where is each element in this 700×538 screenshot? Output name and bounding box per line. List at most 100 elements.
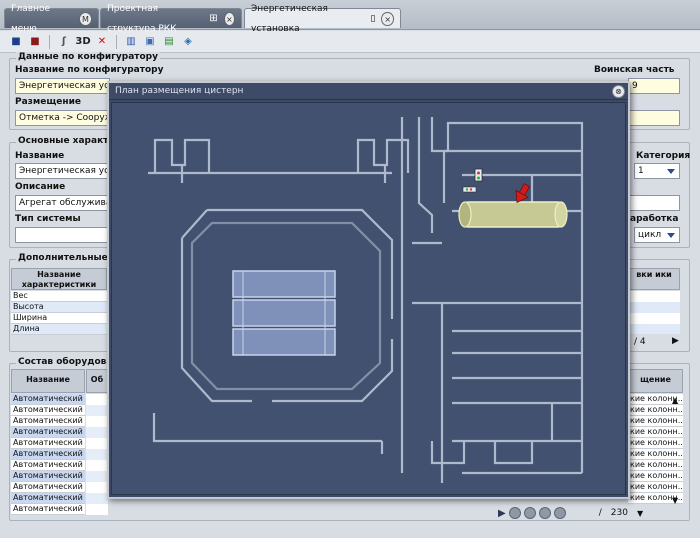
table-row[interactable]: Автоматический ... (11, 416, 85, 427)
table-cell[interactable]: кие колонн... (628, 438, 683, 449)
table-row[interactable]: Автоматический ... (11, 493, 85, 504)
close-icon[interactable]: × (223, 11, 235, 26)
pager: ▶ / 230 ▼ (498, 504, 643, 522)
nav-circle-icon[interactable] (553, 507, 566, 519)
wall (417, 117, 434, 233)
extra-field[interactable] (628, 195, 680, 211)
table-cell[interactable]: кие колонн... (628, 427, 683, 438)
window-icon[interactable]: ▣ (142, 34, 158, 50)
table-row[interactable]: Автоматический ... (11, 482, 85, 493)
sensor-light (465, 188, 469, 191)
tank-3[interactable] (232, 328, 336, 356)
name-field[interactable]: Энергетическая устано (15, 163, 110, 179)
table-cell[interactable]: кие колонн... (628, 416, 683, 427)
table-row[interactable]: Автоматический ... (11, 427, 85, 438)
table-row[interactable]: Автоматический ... (11, 438, 85, 449)
tab-energy-unit[interactable]: Энергетическая установка ▯ × (244, 4, 401, 34)
separator (116, 34, 117, 49)
save-icon[interactable]: ■ (8, 34, 24, 50)
tab-project-structure[interactable]: Проектная структура РКК ⊞ × (100, 4, 242, 34)
chevron-down-icon (667, 233, 675, 238)
delete-icon[interactable]: ✕ (94, 34, 110, 50)
save-as-icon[interactable]: ■ (27, 34, 43, 50)
system-type-field[interactable] (15, 227, 110, 243)
unit-label: Воинская часть (594, 65, 675, 75)
close-icon[interactable]: × (381, 11, 394, 26)
tank-placement-dialog: План размещения цистерн ⊗ (107, 81, 630, 499)
table-row[interactable]: Автоматический ... (11, 471, 85, 482)
work-value: цикл (638, 230, 662, 240)
right-column-cells (628, 291, 680, 334)
table-row[interactable]: Автоматический ... (11, 449, 85, 460)
signal-red (477, 171, 480, 175)
unit-field-2[interactable] (628, 110, 680, 126)
category-value: 1 (638, 166, 644, 176)
formula-icon[interactable]: ʃ (56, 34, 72, 50)
list-item[interactable]: Вес (11, 291, 107, 302)
export-icon[interactable]: ▤ (161, 34, 177, 50)
close-icon[interactable]: ⊗ (612, 85, 625, 98)
3d-icon[interactable]: 3D (75, 34, 91, 50)
name-config-label: Название по конфигуратору (15, 65, 164, 75)
placement-label: Размещение (15, 97, 82, 107)
table-cell[interactable]: кие колонн... (628, 482, 683, 493)
doc-icon: ▯ (370, 13, 376, 24)
dialog-title: План размещения цистерн (109, 83, 628, 100)
tank-1[interactable] (232, 270, 336, 298)
tank-end (554, 201, 568, 228)
work-label: аработка (630, 214, 679, 224)
table-cell[interactable]: кие колонн... (628, 471, 683, 482)
books-icon[interactable]: ▥ (123, 34, 139, 50)
desc-label: Описание (15, 182, 66, 192)
tank-body[interactable] (464, 201, 562, 228)
chevron-down-icon[interactable]: ▼ (637, 509, 643, 518)
page-separator: / (598, 508, 602, 518)
scroll-down-icon[interactable]: ▼ (672, 496, 682, 506)
chevron-down-icon (667, 169, 675, 174)
separator (49, 34, 50, 49)
list-item[interactable]: Длина (11, 324, 107, 335)
desc-field[interactable]: Агрегат обслуживания. Д (15, 195, 110, 211)
next-icon[interactable]: ▶ (672, 336, 679, 346)
table-row[interactable]: Автоматический ... (11, 460, 85, 471)
tank-end (458, 201, 472, 228)
page-total: 230 (610, 508, 628, 518)
tank-2[interactable] (232, 299, 336, 327)
name-label: Название (15, 151, 65, 161)
floor-plan-drawing (148, 117, 584, 483)
ob-column-cells (86, 394, 108, 515)
nav-circle-icon[interactable] (523, 507, 536, 519)
tab-main-menu[interactable]: Главное меню M (4, 4, 99, 34)
floor-plan[interactable] (111, 102, 626, 495)
sensor-icon (462, 186, 477, 193)
stack-icon[interactable]: ◈ (180, 34, 196, 50)
system-type-label: Тип системы (15, 214, 81, 224)
list-item[interactable]: Высота (11, 302, 107, 313)
tab-bar: Главное меню M Проектная структура РКК ⊞… (0, 0, 700, 34)
table-row[interactable]: Автоматический ... (11, 405, 85, 416)
wall (152, 413, 382, 443)
nav-circle-icon[interactable] (508, 507, 521, 519)
scroll-up-icon[interactable]: ▲ (672, 396, 682, 406)
selected-tank[interactable] (458, 201, 568, 228)
wall (493, 441, 534, 465)
work-select[interactable]: цикл (634, 227, 680, 243)
wall (356, 138, 410, 173)
category-select[interactable]: 1 (634, 163, 680, 179)
nav-circle-icon[interactable] (538, 507, 551, 519)
category-label: Категория (636, 151, 691, 161)
name-config-field[interactable]: Энергетическая устано (15, 78, 110, 94)
column-header-name: Название (11, 369, 85, 393)
unit-field[interactable]: 9 (628, 78, 680, 94)
table-row[interactable]: Автоматический ... (11, 394, 85, 405)
tree-icon: ⊞ (209, 12, 218, 24)
list-item[interactable]: Ширина (11, 313, 107, 324)
table-cell[interactable]: кие колонн... (628, 449, 683, 460)
toolbar: ■ ■ ʃ 3D ✕ ▥ ▣ ▤ ◈ (0, 31, 700, 53)
placement-field[interactable]: Отметка -> Сооружен (15, 110, 110, 126)
table-cell[interactable]: кие колонн... (628, 405, 683, 416)
table-row[interactable]: Автоматический ... (11, 504, 85, 515)
play-icon[interactable]: ▶ (498, 508, 506, 519)
table-cell[interactable]: кие колонн... (628, 460, 683, 471)
menu-icon: M (79, 11, 92, 26)
